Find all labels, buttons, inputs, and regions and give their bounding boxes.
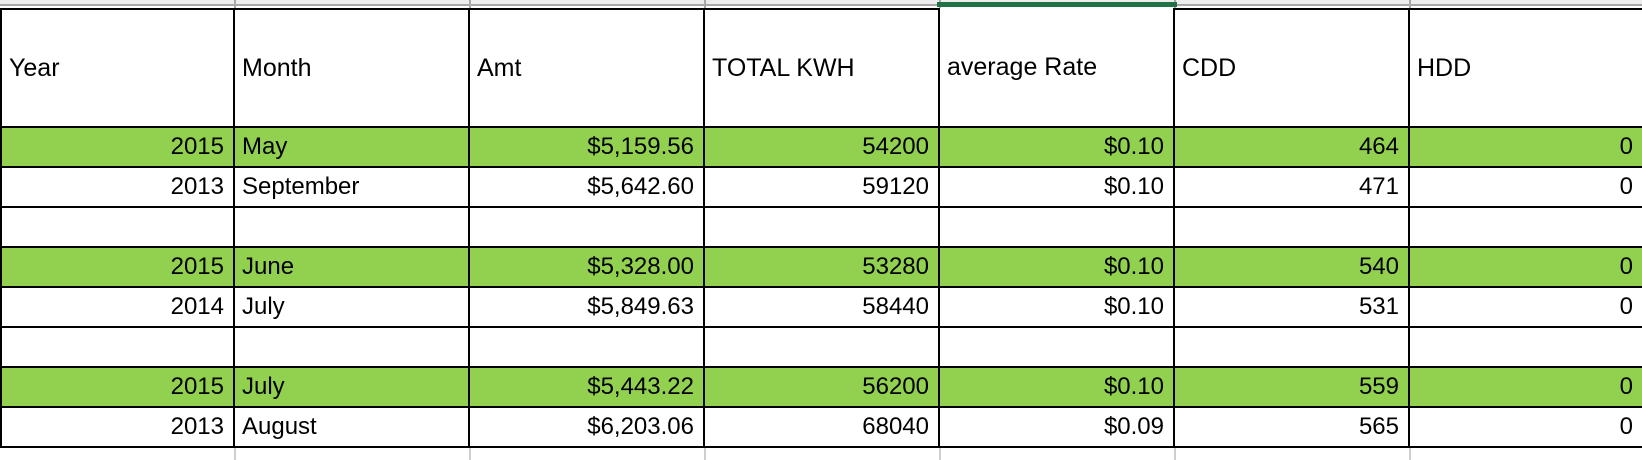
header-total-kwh[interactable]: TOTAL KWH [705,8,940,128]
cell-total-kwh[interactable]: 58440 [705,288,940,328]
cell-average-rate[interactable]: $0.09 [940,408,1175,448]
header-year[interactable]: Year [0,8,235,128]
cell-year[interactable]: 2015 [0,368,235,408]
cell-month[interactable]: August [235,408,470,448]
cell-year[interactable]: 2013 [0,408,235,448]
cell-cdd[interactable] [1175,208,1410,248]
cell-amt[interactable]: $5,849.63 [470,288,705,328]
cell-total-kwh[interactable]: 56200 [705,368,940,408]
top-horizontal-gridline [0,4,1642,6]
spreadsheet-view: Year Month Amt TOTAL KWH average Rate CD… [0,0,1642,460]
cell-cdd[interactable]: 565 [1175,408,1410,448]
bottom-gridline-strip [0,448,1642,460]
cell-total-kwh[interactable]: 68040 [705,408,940,448]
cell-month[interactable]: June [235,248,470,288]
cell-total-kwh[interactable]: 54200 [705,128,940,168]
cell-month[interactable]: July [235,368,470,408]
cell-month[interactable]: May [235,128,470,168]
bottom-vertical-gridline [234,448,236,460]
bottom-vertical-gridline [939,448,941,460]
cell-cdd[interactable]: 559 [1175,368,1410,408]
cell-hdd[interactable]: 0 [1410,128,1642,168]
cell-hdd[interactable]: 0 [1410,248,1642,288]
cell-hdd[interactable]: 0 [1410,168,1642,208]
cell-total-kwh[interactable] [705,328,940,368]
cell-total-kwh[interactable]: 53280 [705,248,940,288]
cell-cdd[interactable]: 471 [1175,168,1410,208]
cell-cdd[interactable]: 464 [1175,128,1410,168]
cell-month[interactable] [235,208,470,248]
selected-cell-bottom-border [937,2,1177,7]
cell-year[interactable]: 2015 [0,128,235,168]
header-amt[interactable]: Amt [470,8,705,128]
cell-average-rate[interactable]: $0.10 [940,288,1175,328]
cell-average-rate[interactable]: $0.10 [940,128,1175,168]
top-vertical-gridline [234,0,236,8]
cell-month[interactable]: July [235,288,470,328]
cell-year[interactable]: 2013 [0,168,235,208]
cell-hdd[interactable] [1410,328,1642,368]
cell-cdd[interactable] [1175,328,1410,368]
cell-amt[interactable]: $5,159.56 [470,128,705,168]
top-vertical-gridline [704,0,706,8]
cell-average-rate[interactable]: $0.10 [940,168,1175,208]
bottom-vertical-gridline [1174,448,1176,460]
cell-cdd[interactable]: 531 [1175,288,1410,328]
header-average-rate[interactable]: average Rate [940,8,1175,128]
cell-amt[interactable]: $6,203.06 [470,408,705,448]
cell-average-rate[interactable] [940,208,1175,248]
bottom-vertical-gridline [704,448,706,460]
cell-average-rate[interactable] [940,328,1175,368]
top-vertical-gridline [469,0,471,8]
cell-hdd[interactable]: 0 [1410,368,1642,408]
cell-amt[interactable]: $5,642.60 [470,168,705,208]
bottom-vertical-gridline [469,448,471,460]
cell-year[interactable]: 2014 [0,288,235,328]
cell-hdd[interactable]: 0 [1410,408,1642,448]
header-hdd[interactable]: HDD [1410,8,1642,128]
cell-month[interactable]: September [235,168,470,208]
cell-hdd[interactable] [1410,208,1642,248]
cell-amt[interactable]: $5,328.00 [470,248,705,288]
cell-total-kwh[interactable]: 59120 [705,168,940,208]
bottom-vertical-gridline [1409,448,1411,460]
cell-month[interactable] [235,328,470,368]
table: Year Month Amt TOTAL KWH average Rate CD… [0,8,1642,448]
cell-cdd[interactable]: 540 [1175,248,1410,288]
top-gridline-strip [0,0,1642,8]
cell-average-rate[interactable]: $0.10 [940,248,1175,288]
cell-total-kwh[interactable] [705,208,940,248]
cell-year[interactable] [0,208,235,248]
cell-amt[interactable] [470,328,705,368]
cell-hdd[interactable]: 0 [1410,288,1642,328]
cell-amt[interactable] [470,208,705,248]
top-vertical-gridline [1409,0,1411,8]
cell-average-rate[interactable]: $0.10 [940,368,1175,408]
header-cdd[interactable]: CDD [1175,8,1410,128]
cell-year[interactable]: 2015 [0,248,235,288]
cell-year[interactable] [0,328,235,368]
cell-amt[interactable]: $5,443.22 [470,368,705,408]
header-month[interactable]: Month [235,8,470,128]
